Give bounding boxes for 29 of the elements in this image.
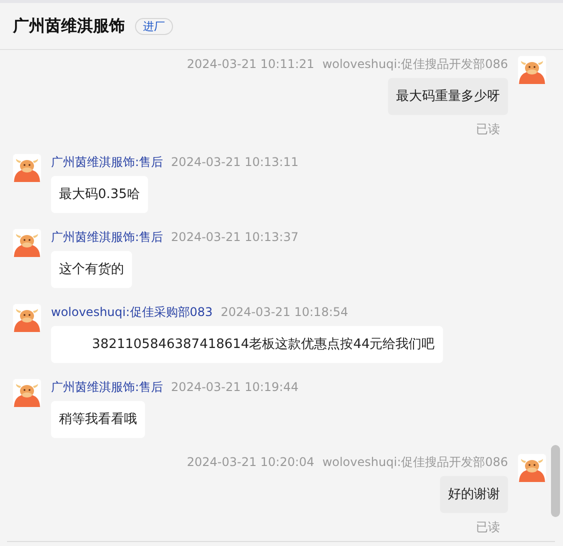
- message-bubble: 最大码0.35哈: [51, 176, 148, 213]
- message-bubble: 这个有货的: [51, 251, 132, 288]
- scrollbar-thumb[interactable]: [551, 445, 560, 517]
- chat-title: 广州茵维淇服饰: [13, 16, 125, 36]
- read-status: 已读: [476, 121, 501, 138]
- sender-name: 广州茵维淇服饰:售后: [51, 229, 164, 245]
- status-tag: 进厂: [135, 18, 173, 34]
- sender-name: woloveshuqi:促佳搜品开发部086: [322, 454, 508, 470]
- cow-avatar-icon: [13, 229, 41, 257]
- message-time: 2024-03-21 10:11:21: [186, 56, 314, 72]
- cow-avatar-icon: [13, 379, 41, 407]
- cow-avatar-icon: [518, 454, 546, 482]
- message-time: 2024-03-21 10:19:44: [171, 379, 298, 395]
- message-time: 2024-03-21 10:13:37: [171, 229, 298, 245]
- sender-name: 广州茵维淇服饰:售后: [51, 154, 164, 170]
- message-bubble: 3821105846387418614老板这款优惠点按44元给我们吧: [51, 326, 443, 363]
- message-bubble: 最大码重量多少呀: [388, 78, 508, 115]
- cow-avatar-icon: [13, 304, 41, 332]
- message-time: 2024-03-21 10:18:54: [220, 304, 348, 320]
- sender-name: woloveshuqi:促佳采购部083: [51, 304, 213, 320]
- message-bubble: 稍等我看看哦: [51, 401, 145, 438]
- cow-avatar-icon: [13, 154, 41, 182]
- message-bubble: 好的谢谢: [440, 476, 508, 513]
- message-time: 2024-03-21 10:13:11: [171, 154, 298, 170]
- sender-name: 广州茵维淇服饰:售后: [51, 379, 164, 395]
- sender-name: woloveshuqi:促佳搜品开发部086: [322, 56, 508, 72]
- read-status: 已读: [476, 519, 501, 536]
- message-time: 2024-03-21 10:20:04: [186, 454, 314, 470]
- cow-avatar-icon: [518, 56, 546, 84]
